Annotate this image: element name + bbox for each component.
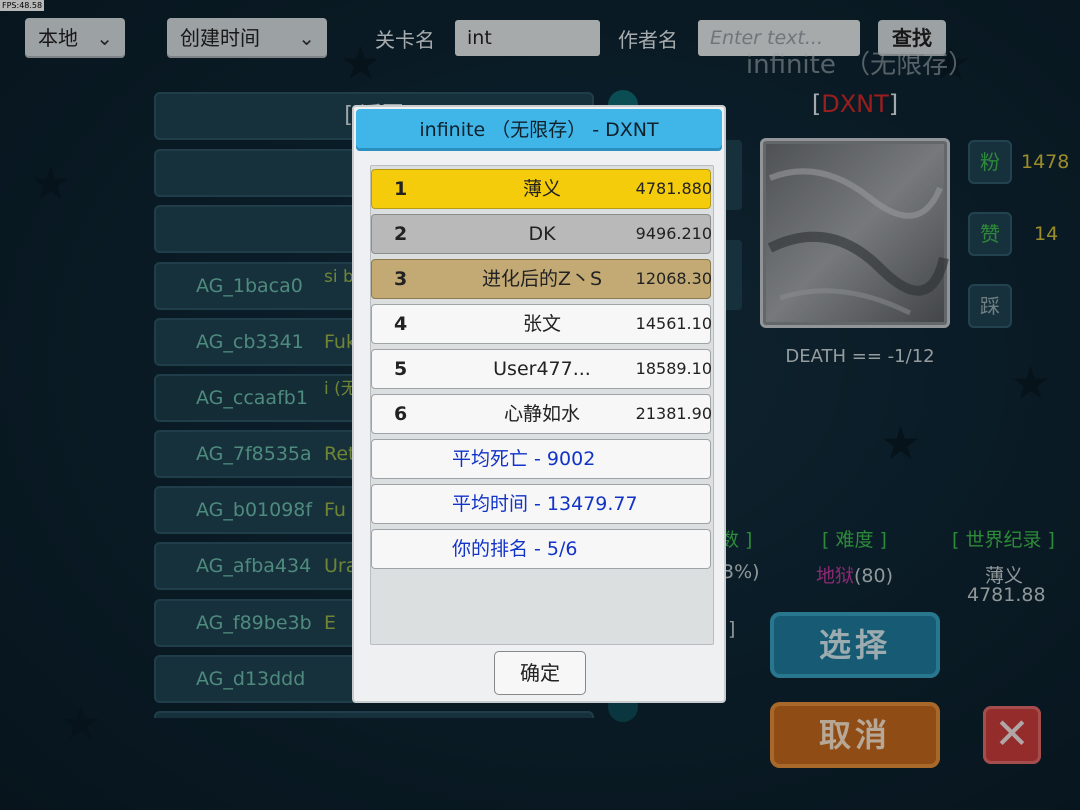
rank-row: 2 DK 9496.210 — [371, 214, 712, 254]
leaderboard-dialog: infinite （无限存） - DXNT 1 薄义 4781.880 2 DK 949… — [352, 105, 726, 703]
player-score: 4781.880 — [635, 179, 712, 198]
average-deaths: 平均死亡 - 9002 — [452, 448, 596, 470]
my-rank: 你的排名 - 5/6 — [452, 538, 578, 560]
rank-row: 6 心静如水 21381.90 — [371, 394, 712, 434]
stat-row: 平均死亡 - 9002 — [371, 439, 711, 479]
player-score: 18589.10 — [635, 359, 712, 378]
dialog-title: infinite （无限存） - DXNT — [356, 109, 722, 151]
leaderboard-panel: 1 薄义 4781.880 2 DK 9496.210 3 进化后的Z丶S 12068.30… — [370, 165, 714, 645]
stat-row: 平均时间 - 13479.77 — [371, 484, 711, 524]
rank-row: 5 User477... 18589.10 — [371, 349, 712, 389]
player-score: 9496.210 — [635, 224, 712, 243]
ok-button[interactable]: 确定 — [494, 651, 586, 695]
average-time: 平均时间 - 13479.77 — [452, 493, 638, 515]
rank-row: 1 薄义 4781.880 — [371, 169, 712, 209]
player-score: 21381.90 — [635, 404, 712, 423]
stat-row: 你的排名 - 5/6 — [371, 529, 711, 569]
rank-row: 3 进化后的Z丶S 12068.30 — [371, 259, 712, 299]
player-score: 12068.30 — [635, 269, 712, 288]
player-score: 14561.10 — [635, 314, 712, 333]
rank-row: 4 张文 14561.10 — [371, 304, 712, 344]
